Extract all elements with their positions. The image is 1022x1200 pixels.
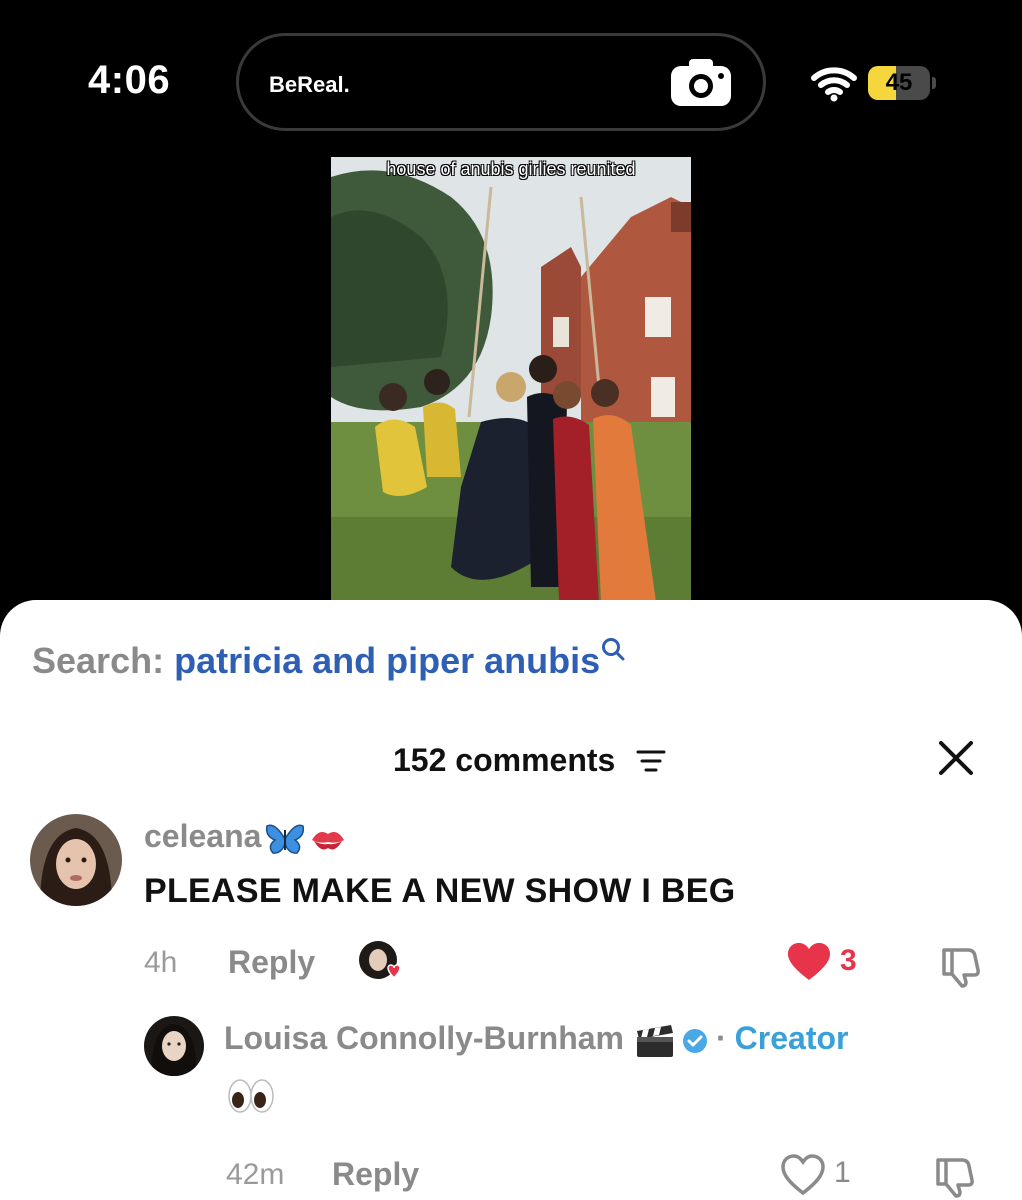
search-label: Search: (32, 640, 165, 681)
comment-text: PLEASE MAKE A NEW SHOW I BEG (144, 872, 736, 910)
battery-level: 45 (885, 69, 913, 96)
comments-count: 152 comments (393, 742, 616, 778)
video-caption: house of anubis girlies reunited (386, 159, 636, 179)
group-photo (331, 157, 691, 607)
like-heart-icon[interactable] (786, 942, 832, 982)
wifi-icon (811, 67, 857, 102)
search-term[interactable]: patricia and piper anubis (174, 640, 600, 681)
comment-age: 4h (144, 946, 178, 979)
reply-button[interactable]: Reply (228, 944, 315, 981)
filter-icon[interactable] (636, 746, 666, 776)
comment-username[interactable]: celeana (144, 818, 347, 856)
dislike-icon[interactable] (938, 944, 982, 988)
kiss-mark-icon (312, 831, 345, 850)
battery-indicator: 45 (868, 66, 930, 100)
eyes-emoji-icon (228, 1079, 274, 1113)
separator-dot: · (716, 1020, 727, 1056)
username-text: celeana (144, 818, 262, 854)
reply-button[interactable]: Reply (332, 1156, 419, 1193)
camera-icon (671, 59, 731, 106)
video-frame[interactable]: house of anubis girlies reunited (331, 157, 691, 607)
search-icon (602, 638, 625, 661)
close-icon[interactable] (938, 740, 974, 776)
reply-username[interactable]: Louisa Connolly-Burnham · Creator (224, 1020, 848, 1059)
app-label: BeReal. (269, 72, 350, 97)
butterfly-icon (266, 824, 305, 854)
creator-badge: Creator (734, 1020, 849, 1056)
search-suggestion[interactable]: Search: patricia and piper anubis (32, 638, 626, 682)
clapper-board-icon (637, 1024, 673, 1057)
like-heart-outline-icon[interactable] (780, 1154, 826, 1196)
avatar[interactable] (144, 1016, 204, 1076)
status-time: 4:06 (88, 58, 171, 102)
avatar[interactable] (30, 814, 122, 906)
dynamic-island[interactable]: BeReal. (236, 33, 766, 131)
creator-liked-avatar (359, 941, 401, 979)
reply-age: 42m (226, 1158, 285, 1191)
battery-nub (932, 77, 936, 89)
verified-badge-icon (683, 1028, 707, 1053)
like-count: 3 (840, 944, 857, 977)
like-count: 1 (834, 1156, 851, 1189)
username-text: Louisa Connolly-Burnham (224, 1020, 624, 1056)
comments-sheet: Search: patricia and piper anubis 152 com… (0, 600, 1022, 1200)
dislike-icon[interactable] (932, 1154, 976, 1198)
